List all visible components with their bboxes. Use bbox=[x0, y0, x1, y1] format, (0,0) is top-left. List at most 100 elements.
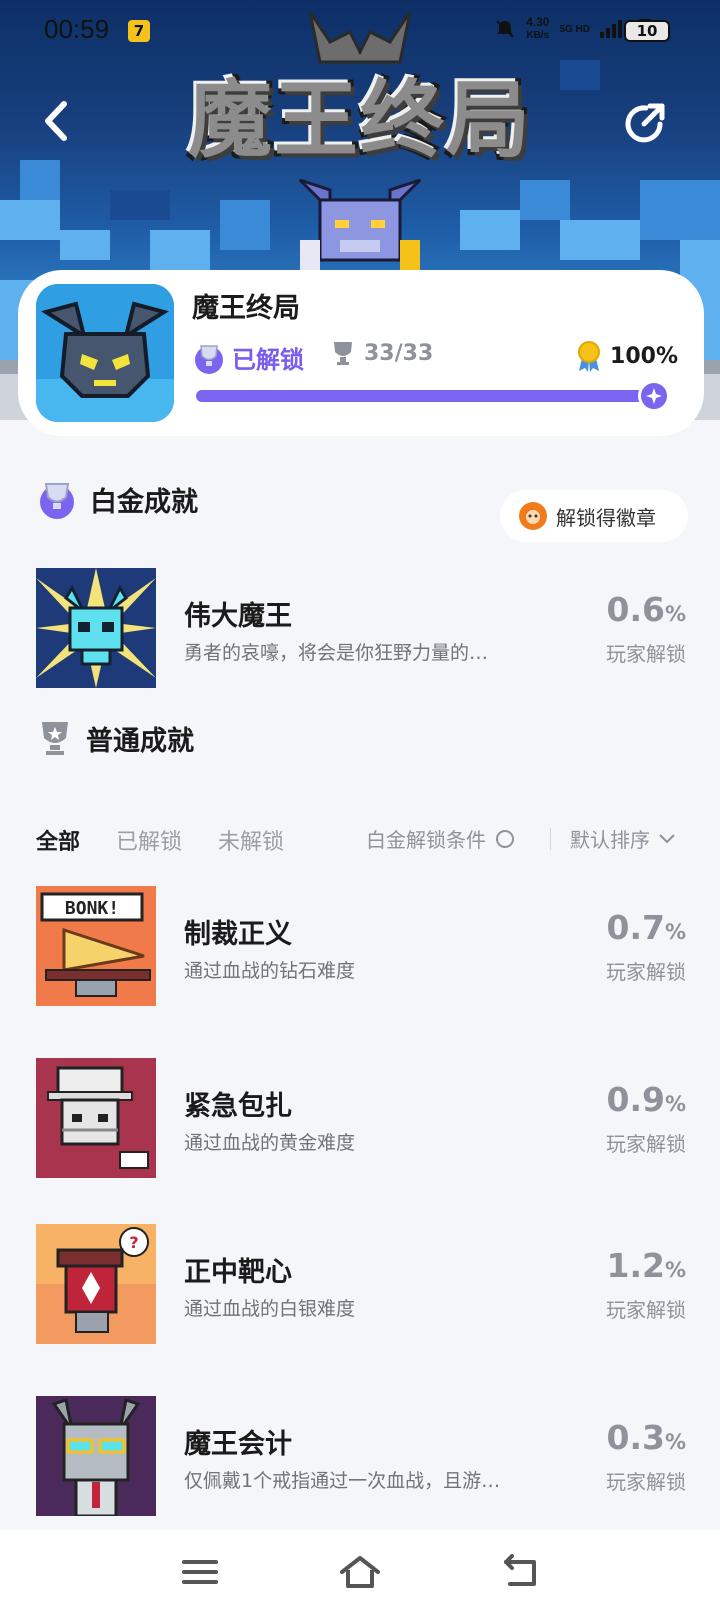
achievement-sub: 玩家解锁 bbox=[606, 960, 686, 984]
tab-unlocked[interactable]: 已解锁 bbox=[116, 824, 182, 856]
unlock-badge-button[interactable]: 解锁得徽章 bbox=[500, 490, 688, 542]
achievement-percent: 0.6% bbox=[606, 590, 686, 629]
mute-icon bbox=[496, 20, 514, 38]
tab-locked[interactable]: 未解锁 bbox=[218, 824, 284, 856]
sort-label: 默认排序 bbox=[570, 828, 650, 852]
achievement-percent-unit: % bbox=[664, 602, 686, 626]
achievement-name: 魔王会计 bbox=[184, 1429, 292, 1460]
battery-indicator: 10 bbox=[624, 20, 670, 42]
trophy-icon bbox=[334, 342, 352, 365]
platinum-trophy-icon bbox=[40, 483, 74, 519]
signal-icon bbox=[600, 20, 622, 38]
svg-text:BONK!: BONK! bbox=[65, 898, 119, 919]
achievement-percent-value: 0.9 bbox=[606, 1080, 665, 1119]
achievement-item[interactable]: 紧急包扎 通过血战的黄金难度 0.9% 玩家解锁 bbox=[36, 1058, 686, 1178]
unlock-status-text: 已解锁 bbox=[232, 346, 304, 374]
nav-back-button[interactable] bbox=[500, 1554, 540, 1590]
unlock-status: 已解锁 bbox=[192, 340, 304, 375]
system-navigation-bar bbox=[0, 1530, 720, 1612]
game-logo: 魔王终局 bbox=[170, 58, 550, 169]
achievement-name: 伟大魔王 bbox=[184, 601, 292, 632]
home-icon bbox=[340, 1556, 380, 1588]
achievement-name: 正中靶心 bbox=[184, 1257, 292, 1288]
home-button[interactable] bbox=[340, 1554, 380, 1590]
achievement-percent-unit: % bbox=[664, 1092, 686, 1116]
progress-knob bbox=[638, 380, 670, 412]
platinum-achievement-item[interactable]: 伟大魔王 勇者的哀嚎，将会是你狂野力量的… 0.6% 玩家解锁 bbox=[36, 568, 686, 688]
progress-fill bbox=[196, 390, 654, 402]
chevron-down-icon bbox=[659, 833, 675, 843]
filter-divider bbox=[550, 828, 551, 850]
platinum-condition-label: 白金解锁条件 bbox=[366, 828, 486, 852]
achievement-desc: 通过血战的白银难度 bbox=[184, 1298, 356, 1320]
sort-dropdown[interactable]: 默认排序 bbox=[570, 824, 676, 853]
achievement-sub: 玩家解锁 bbox=[606, 642, 686, 666]
platinum-section-title: 白金成就 bbox=[90, 486, 198, 518]
trophy-count-text: 33/33 bbox=[364, 340, 434, 366]
completion-progress-bar bbox=[196, 380, 670, 412]
status-time: 00:59 bbox=[44, 14, 110, 44]
achievement-percent-unit: % bbox=[664, 920, 686, 944]
menu-button[interactable] bbox=[180, 1554, 220, 1590]
game-info-card[interactable]: 魔王终局 已解锁 33/33 100% bbox=[18, 270, 704, 436]
normal-section-header: 普通成就 bbox=[36, 718, 194, 758]
svg-text:?: ? bbox=[129, 1233, 138, 1252]
achievement-image: ? bbox=[36, 1224, 156, 1344]
achievement-name: 制裁正义 bbox=[184, 919, 292, 950]
achievement-name: 紧急包扎 bbox=[184, 1091, 292, 1122]
platinum-trophy-icon bbox=[195, 344, 223, 374]
achievement-percent-unit: % bbox=[664, 1430, 686, 1454]
completion-text: 100% bbox=[610, 343, 678, 369]
game-title: 魔王终局 bbox=[192, 293, 300, 324]
completion-percent: 100% bbox=[576, 340, 678, 372]
medal-icon bbox=[578, 341, 601, 372]
achievement-item[interactable]: BONK! 制裁正义 通过血战的钻石难度 0.7% 玩家解锁 bbox=[36, 886, 686, 1006]
achievement-desc: 勇者的哀嚎，将会是你狂野力量的… bbox=[184, 642, 489, 664]
trophy-count: 33/33 bbox=[332, 340, 433, 366]
platinum-section-header: 白金成就 bbox=[36, 478, 198, 520]
radio-circle-icon bbox=[496, 829, 514, 848]
achievement-percent-value: 0.7 bbox=[606, 908, 665, 947]
normal-section-title: 普通成就 bbox=[86, 725, 194, 757]
achievement-percent: 0.3% bbox=[606, 1418, 686, 1457]
net-speed-value: 4.30 bbox=[526, 15, 550, 29]
unlock-badge-label: 解锁得徽章 bbox=[556, 505, 656, 530]
achievement-percent: 1.2% bbox=[606, 1246, 686, 1285]
achievement-image: BONK! bbox=[36, 886, 156, 1006]
signal-label: 5G HD bbox=[559, 23, 590, 35]
achievement-percent-unit: % bbox=[664, 1258, 686, 1282]
achievement-desc: 通过血战的钻石难度 bbox=[184, 960, 356, 982]
achievement-percent-value: 1.2 bbox=[606, 1246, 665, 1285]
platinum-condition-toggle[interactable]: 白金解锁条件 bbox=[366, 824, 514, 853]
game-app-icon bbox=[36, 284, 174, 422]
net-speed-unit: KB/s bbox=[526, 30, 550, 41]
achievement-sub: 玩家解锁 bbox=[606, 1298, 686, 1322]
share-button[interactable] bbox=[620, 98, 670, 148]
sparkle-icon bbox=[646, 388, 662, 404]
achievement-desc: 通过血战的黄金难度 bbox=[184, 1132, 356, 1154]
achievement-percent: 0.7% bbox=[606, 908, 686, 947]
menu-icon bbox=[182, 1560, 218, 1584]
achievement-percent: 0.9% bbox=[606, 1080, 686, 1119]
achievement-image bbox=[36, 1396, 156, 1516]
logo-text: 魔王终局 bbox=[187, 70, 532, 169]
achievement-filter-tabs: 全部 已解锁 未解锁 白金解锁条件 默认排序 bbox=[36, 820, 686, 860]
back-icon bbox=[504, 1554, 536, 1586]
achievement-sub: 玩家解锁 bbox=[606, 1132, 686, 1156]
achievement-percent-value: 0.3 bbox=[606, 1418, 665, 1457]
net-speed: 4.30 KB/s bbox=[526, 16, 549, 42]
achievement-item[interactable]: ? 正中靶心 通过血战的白银难度 1.2% 玩家解锁 bbox=[36, 1224, 686, 1344]
chevron-left-icon bbox=[45, 101, 67, 141]
app-notification-badge: 7 bbox=[128, 20, 150, 42]
trophy-icon bbox=[42, 722, 68, 755]
achievement-desc: 仅佩戴1个戒指通过一次血战，且游… bbox=[184, 1470, 501, 1492]
share-icon bbox=[625, 103, 665, 143]
achievement-image bbox=[36, 1058, 156, 1178]
back-button[interactable] bbox=[34, 96, 78, 146]
achievement-item[interactable]: 魔王会计 仅佩戴1个戒指通过一次血战，且游… 0.3% 玩家解锁 bbox=[36, 1396, 686, 1516]
status-bar: 00:59 7 4.30 KB/s 5G HD 10 bbox=[0, 0, 720, 60]
achievement-sub: 玩家解锁 bbox=[606, 1470, 686, 1494]
monster-character-icon bbox=[298, 178, 422, 280]
badge-icon bbox=[519, 502, 547, 530]
tab-all[interactable]: 全部 bbox=[36, 824, 80, 856]
